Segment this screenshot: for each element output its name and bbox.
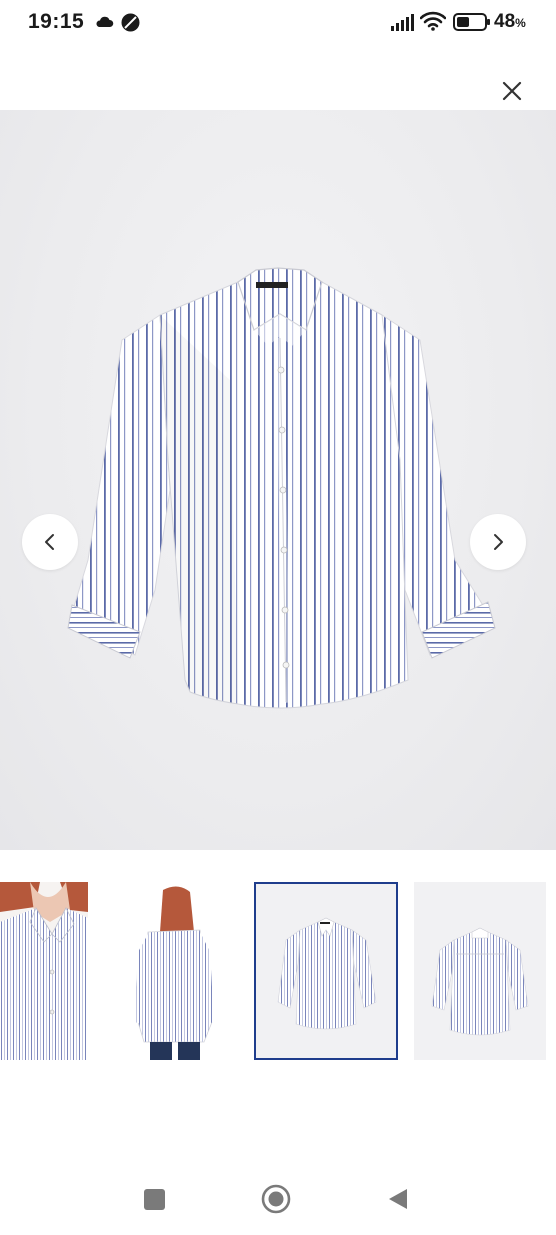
thumbnail-collar-closeup[interactable] bbox=[0, 882, 88, 1060]
status-time: 19:15 bbox=[28, 10, 85, 33]
wifi-icon bbox=[419, 11, 447, 36]
next-image-button[interactable] bbox=[470, 514, 526, 570]
home-circle-icon[interactable] bbox=[261, 1184, 291, 1219]
signal-icon bbox=[390, 13, 416, 36]
battery-number: 48 bbox=[494, 11, 516, 32]
thumbnail-strip bbox=[0, 882, 556, 1062]
battery-unit: % bbox=[515, 16, 526, 30]
back-triangle-icon[interactable] bbox=[387, 1187, 409, 1216]
thumbnail-image bbox=[0, 882, 88, 1060]
thumbnail-back-flat[interactable] bbox=[414, 882, 546, 1060]
recents-square-icon[interactable] bbox=[144, 1189, 165, 1210]
battery-percentage: 48% bbox=[494, 11, 526, 33]
thumbnail-image bbox=[108, 882, 240, 1060]
battery-icon bbox=[453, 12, 491, 37]
cloud-icon bbox=[94, 15, 114, 33]
close-button[interactable] bbox=[494, 73, 530, 109]
striped-shirt-image bbox=[67, 267, 496, 709]
previous-image-button[interactable] bbox=[22, 514, 78, 570]
chevron-right-icon bbox=[494, 534, 503, 550]
thumbnail-image bbox=[414, 882, 546, 1060]
thumbnail-back-view[interactable] bbox=[108, 882, 240, 1060]
thumbnail-front-flat[interactable] bbox=[254, 882, 398, 1060]
thumbnail-image bbox=[256, 884, 396, 1058]
do-not-disturb-icon bbox=[121, 13, 140, 37]
system-navigation-bar bbox=[0, 1170, 556, 1230]
status-bar: 19:15 48% bbox=[0, 0, 556, 44]
product-main-image[interactable] bbox=[0, 110, 556, 850]
chevron-left-icon bbox=[45, 534, 54, 550]
close-icon bbox=[502, 81, 522, 101]
